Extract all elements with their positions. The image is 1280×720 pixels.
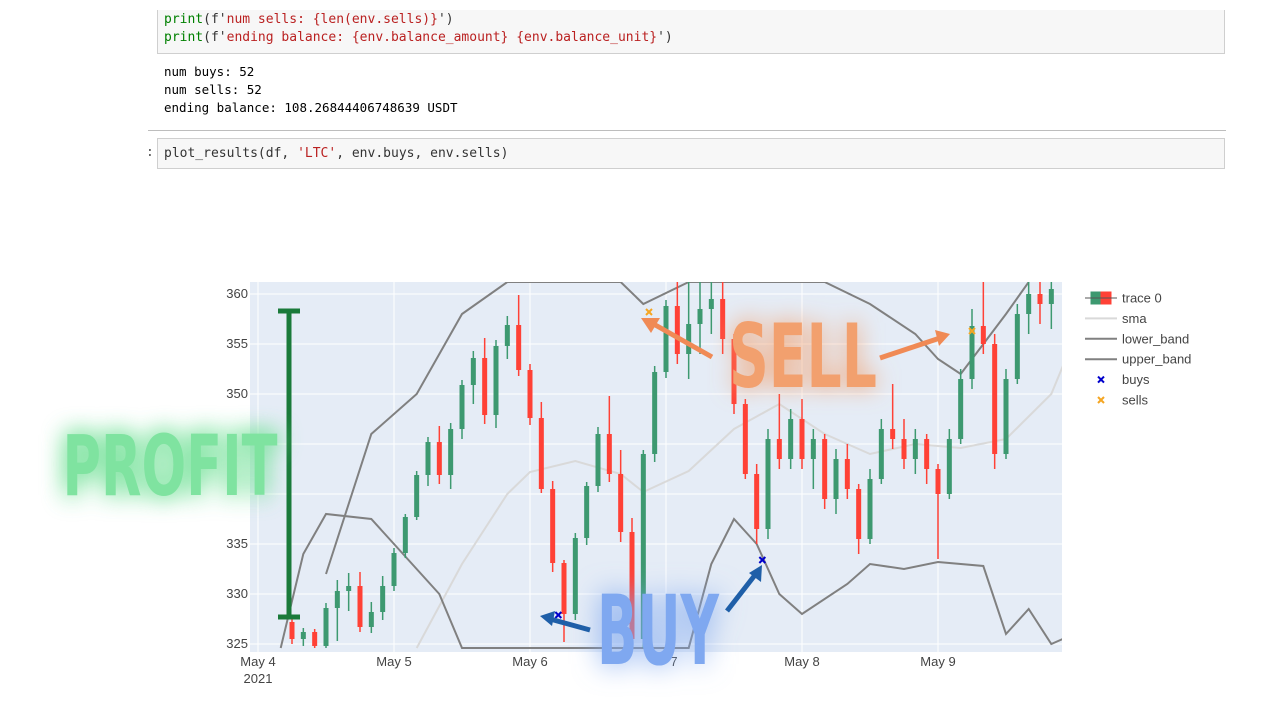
candle-body [346,586,352,591]
candle-body [459,385,465,429]
y-tick-label: 360 [226,286,248,301]
candle-body [391,553,397,586]
candle-body [493,346,499,415]
y-tick-label: 350 [226,386,248,401]
legend-item[interactable]: sells [1097,393,1149,408]
candle-body [436,442,442,475]
x-tick-label: May 6 [512,654,547,669]
candle-body [289,622,295,639]
candle-body [810,439,816,459]
candle-body [1037,294,1043,304]
candle-body [504,325,510,346]
candle-body [606,434,612,474]
candle-body [878,429,884,479]
candle-body [357,586,363,627]
candle-body [448,429,454,475]
x-tick-sublabel: 2021 [244,671,273,686]
candle-body [618,474,624,532]
candle-body [470,358,476,385]
y-tick-label: 330 [226,586,248,601]
candle-body [402,517,408,553]
candle-body [980,326,986,344]
y-tick-label: 325 [226,636,248,651]
candle-body [538,418,544,489]
candle-body [765,439,771,529]
candle-body [516,325,522,370]
candle-body [527,370,533,418]
candle-body [595,434,601,486]
legend-item[interactable]: lower_band [1085,331,1189,346]
buy-label: BUY [597,575,720,687]
candle-body [334,591,340,608]
x-tick-label: May 9 [920,654,955,669]
candle-body [561,563,567,614]
candle-body [799,419,805,459]
candle-body [584,486,590,538]
candle-body [844,459,850,489]
candle-body [652,372,658,454]
candle-body [380,586,386,612]
sell-label: SELL [729,305,877,408]
candle-body [663,306,669,372]
candle-body [890,429,896,439]
candle-body [572,538,578,614]
candle-body [368,612,374,627]
legend-label: sells [1122,393,1149,408]
candle-body [482,358,488,415]
y-tick-label: 335 [226,536,248,551]
candle-body [776,439,782,459]
legend-label: buys [1122,372,1150,387]
candle-body [1003,379,1009,454]
candle-body [822,439,828,499]
legend-label: lower_band [1122,331,1189,346]
legend-label: sma [1122,311,1147,326]
candle-body [935,469,941,494]
profit-label: PROFIT [63,417,278,515]
x-tick-label: May 5 [376,654,411,669]
candle-body [788,419,794,459]
legend-item[interactable]: trace 0 [1085,291,1162,306]
legend-item[interactable]: sma [1085,311,1147,326]
candle-body [1026,294,1032,314]
x-tick-label: May 8 [784,654,819,669]
candle-body [992,344,998,454]
legend-label: trace 0 [1122,291,1162,306]
candle-body [686,324,692,354]
candle-body [754,474,760,529]
legend-label: upper_band [1122,352,1191,367]
candle-body [697,309,703,324]
candle-body [323,608,329,646]
legend-item[interactable]: buys [1097,372,1150,387]
candle-body [901,439,907,459]
candle-body [856,489,862,539]
candle-body [912,439,918,459]
candle-body [720,299,726,339]
candle-body [867,479,873,539]
candle-body [924,439,930,469]
candle-body [312,632,318,646]
candlestick-chart: 325330335350355360 May 42021May 5 May 67M… [63,282,1191,687]
y-tick-label: 355 [226,336,248,351]
candle-body [1048,289,1054,304]
candle-body [946,439,952,494]
candle-body [742,404,748,474]
candle-body [708,299,714,309]
candle-body [1014,314,1020,379]
legend[interactable]: trace 0 sma lower_band upper_bandbuys sells [1085,291,1191,408]
candle-body [425,442,431,475]
candle-body [674,306,680,354]
candle-body [300,632,306,639]
candle-body [833,459,839,499]
candle-body [550,489,556,563]
candle-body [958,379,964,439]
legend-item[interactable]: upper_band [1085,352,1191,367]
candle-body [414,475,420,517]
x-tick-label: May 4 [240,654,275,669]
